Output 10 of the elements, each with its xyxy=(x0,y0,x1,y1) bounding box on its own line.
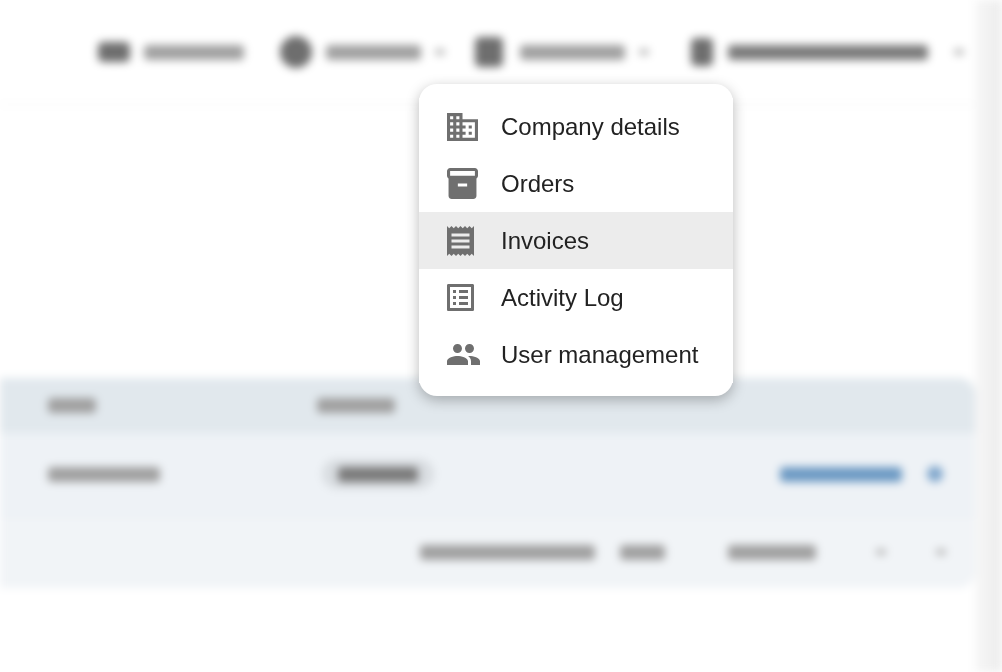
menu-item[interactable]: Orders xyxy=(419,155,733,212)
receipt-icon xyxy=(447,225,474,256)
office-building-icon xyxy=(447,112,478,141)
menu-item[interactable]: Activity Log xyxy=(419,269,733,326)
menu-item[interactable]: Company details xyxy=(419,98,733,155)
list-icon xyxy=(447,284,474,311)
people-icon xyxy=(447,344,480,365)
archive-box-icon xyxy=(447,168,478,199)
menu-item[interactable]: User management xyxy=(419,326,733,383)
menu-item[interactable]: Invoices xyxy=(419,212,733,269)
